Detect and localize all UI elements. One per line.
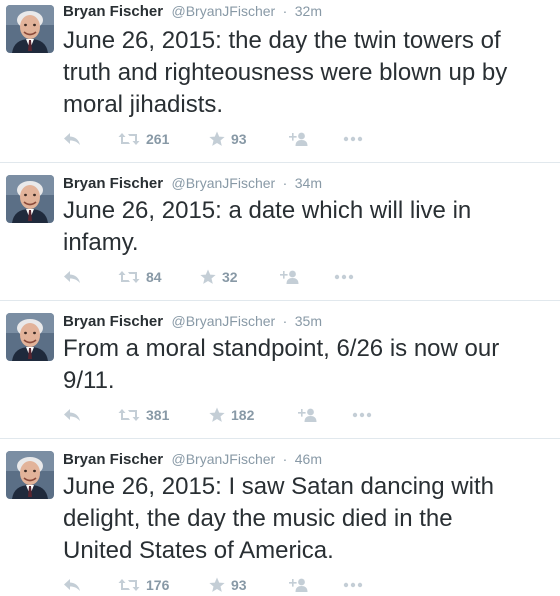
author-name[interactable]: Bryan Fischer <box>63 313 163 330</box>
tweet-actions: 84 32 <box>63 267 543 287</box>
retweet-count: 261 <box>146 131 170 147</box>
author-name[interactable]: Bryan Fischer <box>63 175 163 192</box>
retweet-icon <box>118 408 140 422</box>
reply-button[interactable] <box>63 575 81 595</box>
favorite-button[interactable]: 32 <box>200 267 238 287</box>
retweet-icon <box>118 578 140 592</box>
tweet[interactable]: Bryan Fischer @BryanJFischer · 34m June … <box>0 172 560 297</box>
more-icon <box>343 136 363 142</box>
tweet-header: Bryan Fischer @BryanJFischer · 35m <box>63 313 322 333</box>
tweet[interactable]: Bryan Fischer @BryanJFischer · 32m June … <box>0 0 560 160</box>
tweet-actions: 261 93 <box>63 129 543 149</box>
separator: · <box>282 451 288 467</box>
author-name[interactable]: Bryan Fischer <box>63 3 163 20</box>
retweet-icon <box>118 132 140 146</box>
reply-icon <box>63 578 81 592</box>
tweet-text: June 26, 2015: the day the twin towers o… <box>63 27 508 118</box>
avatar[interactable] <box>6 5 54 53</box>
tweet-actions: 381 182 <box>63 405 543 425</box>
tweet-text: June 26, 2015: I saw Satan dancing with … <box>63 473 494 564</box>
reply-icon <box>63 132 81 146</box>
favorite-count: 93 <box>231 577 247 593</box>
retweet-count: 176 <box>146 577 170 593</box>
divider <box>0 162 560 163</box>
separator: · <box>282 313 288 329</box>
tweet-header: Bryan Fischer @BryanJFischer · 46m <box>63 451 322 471</box>
tweet-actions: 176 93 <box>63 575 543 595</box>
favorite-button[interactable]: 93 <box>209 575 247 595</box>
retweet-button[interactable]: 381 <box>118 405 169 425</box>
timestamp[interactable]: 32m <box>295 3 322 19</box>
author-handle[interactable]: @BryanJFischer <box>172 451 276 467</box>
favorite-count: 32 <box>222 269 238 285</box>
divider <box>0 300 560 301</box>
divider <box>0 438 560 439</box>
retweet-button[interactable]: 261 <box>118 129 169 149</box>
separator: · <box>282 3 288 19</box>
favorite-button[interactable]: 182 <box>209 405 254 425</box>
author-handle[interactable]: @BryanJFischer <box>172 313 276 329</box>
star-icon <box>209 577 225 593</box>
follow-button[interactable] <box>288 129 308 149</box>
reply-button[interactable] <box>63 405 81 425</box>
add-user-icon <box>288 132 308 146</box>
retweet-icon <box>118 270 140 284</box>
avatar[interactable] <box>6 313 54 361</box>
reply-icon <box>63 270 81 284</box>
more-button[interactable] <box>334 267 354 287</box>
separator: · <box>282 175 288 191</box>
tweet-header: Bryan Fischer @BryanJFischer · 34m <box>63 175 322 195</box>
star-icon <box>209 407 225 423</box>
more-icon <box>352 412 372 418</box>
follow-button[interactable] <box>279 267 299 287</box>
tweet-feed: Bryan Fischer @BryanJFischer · 32m June … <box>0 0 560 596</box>
favorite-count: 182 <box>231 407 255 423</box>
retweet-count: 381 <box>146 407 170 423</box>
avatar[interactable] <box>6 175 54 223</box>
avatar[interactable] <box>6 451 54 499</box>
star-icon <box>209 131 225 147</box>
reply-icon <box>63 408 81 422</box>
more-icon <box>343 582 363 588</box>
tweet-header: Bryan Fischer @BryanJFischer · 32m <box>63 3 322 23</box>
retweet-button[interactable]: 176 <box>118 575 169 595</box>
author-handle[interactable]: @BryanJFischer <box>172 175 276 191</box>
author-name[interactable]: Bryan Fischer <box>63 451 163 468</box>
add-user-icon <box>297 408 317 422</box>
more-icon <box>334 274 354 280</box>
retweet-count: 84 <box>146 269 162 285</box>
add-user-icon <box>288 578 308 592</box>
reply-button[interactable] <box>63 267 81 287</box>
tweet[interactable]: Bryan Fischer @BryanJFischer · 46m June … <box>0 448 560 596</box>
tweet[interactable]: Bryan Fischer @BryanJFischer · 35m From … <box>0 310 560 435</box>
author-handle[interactable]: @BryanJFischer <box>172 3 276 19</box>
add-user-icon <box>279 270 299 284</box>
more-button[interactable] <box>343 129 363 149</box>
star-icon <box>200 269 216 285</box>
timestamp[interactable]: 34m <box>295 175 322 191</box>
timestamp[interactable]: 46m <box>295 451 322 467</box>
retweet-button[interactable]: 84 <box>118 267 162 287</box>
tweet-text: June 26, 2015: a date which will live in… <box>63 197 472 256</box>
follow-button[interactable] <box>288 575 308 595</box>
timestamp[interactable]: 35m <box>295 313 322 329</box>
tweet-text: From a moral standpoint, 6/26 is now our… <box>63 335 500 394</box>
more-button[interactable] <box>343 575 363 595</box>
reply-button[interactable] <box>63 129 81 149</box>
follow-button[interactable] <box>297 405 317 425</box>
more-button[interactable] <box>352 405 372 425</box>
favorite-button[interactable]: 93 <box>209 129 247 149</box>
favorite-count: 93 <box>231 131 247 147</box>
